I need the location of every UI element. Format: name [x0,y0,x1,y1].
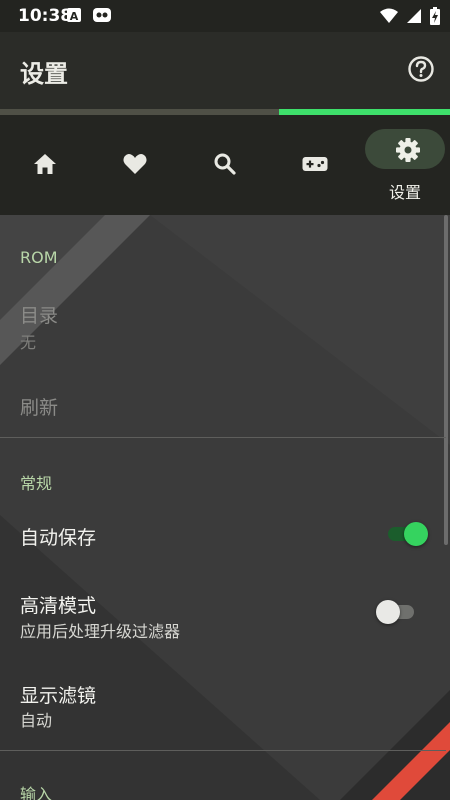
nav-bar: 设置 [0,115,450,215]
cell-signal-icon [406,8,422,28]
nav-item-favorites[interactable] [90,115,180,215]
nav-label-settings: 设置 [388,183,421,202]
status-bar: 10:38 A [0,0,450,32]
section-header-rom: ROM [20,248,58,267]
heart-icon [123,154,147,174]
section-header-input: 输入 [20,785,53,800]
notification-face-icon [92,7,112,27]
nav-item-games[interactable] [270,115,360,215]
pref-directory-title: 目录 [20,305,59,327]
background-pattern [0,215,450,800]
scrollbar[interactable] [444,215,448,545]
help-circle-icon [408,56,434,82]
search-icon [214,153,236,175]
help-button[interactable] [406,54,436,84]
page-title: 设置 [20,60,68,88]
app-bar: 设置 [0,32,450,110]
nav-item-home[interactable] [0,115,90,215]
nav-item-search[interactable] [180,115,270,215]
pref-hd-mode-title: 高清模式 [20,595,97,617]
status-time: 10:38 [18,6,73,26]
home-icon [34,154,56,174]
pref-filter-summary: 自动 [20,711,53,730]
notification-a-icon: A [66,7,82,27]
settings-list[interactable]: ROM 目录 无 刷新 常规 自动保存 高清模式 应用后处理升级过滤器 显示滤镜… [0,215,450,800]
section-header-general: 常规 [20,474,53,493]
hd-mode-toggle[interactable] [376,597,418,627]
divider [0,437,446,438]
pref-autosave-title: 自动保存 [20,527,97,549]
gamepad-icon [302,157,328,171]
autosave-toggle[interactable] [386,519,428,549]
gear-icon [396,138,420,162]
pref-directory-summary: 无 [20,333,37,352]
wifi-icon [380,8,398,28]
divider [0,750,446,751]
switch-thumb [376,600,400,624]
pref-refresh[interactable]: 刷新 [20,393,58,420]
nav-item-settings[interactable]: 设置 [363,115,450,215]
pref-hd-mode-summary: 应用后处理升级过滤器 [20,622,181,641]
switch-thumb [404,522,428,546]
battery-charging-icon [430,7,440,29]
pref-filter-title: 显示滤镜 [20,685,97,707]
svg-text:A: A [70,10,79,23]
